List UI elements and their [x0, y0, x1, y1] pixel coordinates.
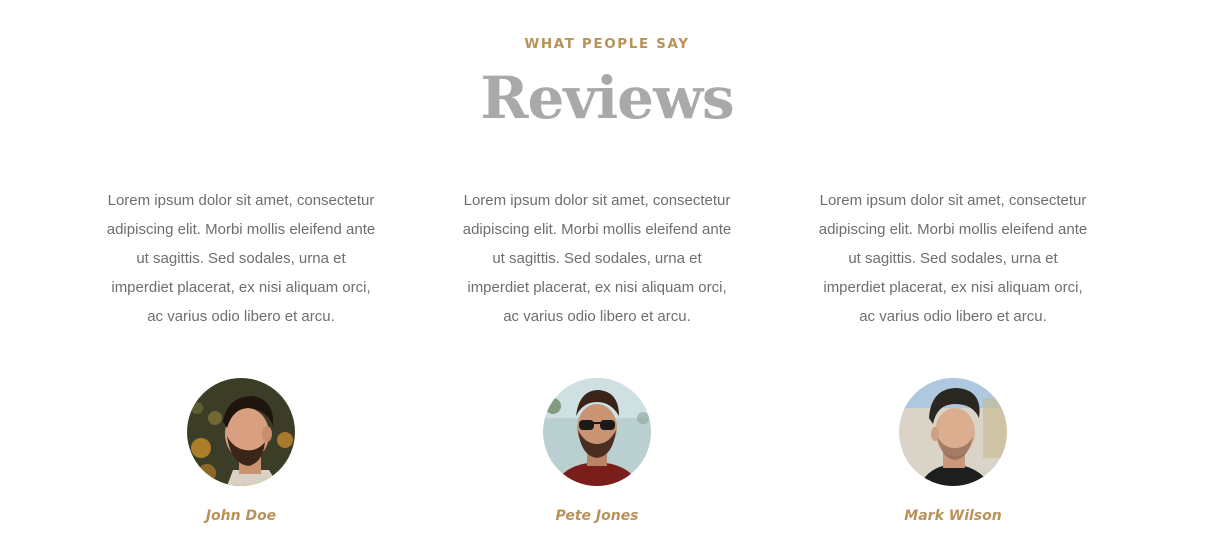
review-card: Lorem ipsum dolor sit amet, consectetur …: [818, 186, 1088, 524]
review-text: Lorem ipsum dolor sit amet, consectetur …: [462, 192, 732, 325]
reviewer-name: Pete Jones: [555, 508, 639, 524]
reviewer-name: Mark Wilson: [904, 508, 1002, 524]
review-text: Lorem ipsum dolor sit amet, consectetur …: [106, 192, 376, 325]
avatar: [543, 378, 651, 486]
review-card: Lorem ipsum dolor sit amet, consectetur …: [462, 186, 732, 524]
reviews-row: Lorem ipsum dolor sit amet, consectetur …: [0, 186, 1214, 546]
person-photo-icon: [899, 378, 1007, 486]
person-photo-icon: [187, 378, 295, 486]
review-card: Lorem ipsum dolor sit amet, consectetur …: [106, 186, 376, 524]
person-photo-icon: [543, 378, 651, 486]
reviewer-name: John Doe: [205, 508, 277, 524]
eyebrow-label: WHAT PEOPLE SAY: [524, 36, 690, 52]
review-text: Lorem ipsum dolor sit amet, consectetur …: [818, 192, 1088, 325]
section-title: Reviews: [480, 64, 734, 132]
avatar: [899, 378, 1007, 486]
avatar: [187, 378, 295, 486]
